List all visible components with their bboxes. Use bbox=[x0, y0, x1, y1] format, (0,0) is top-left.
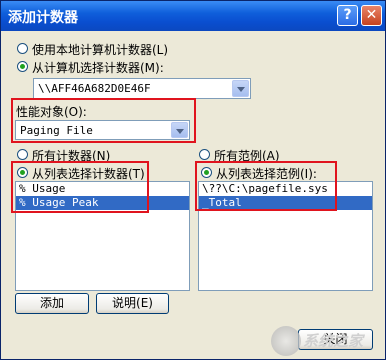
close-window-button[interactable]: ✕ bbox=[361, 5, 382, 26]
all-counters-radio[interactable] bbox=[17, 149, 28, 160]
computer-select[interactable]: \\AFF46A682D0E46F bbox=[33, 78, 251, 99]
chevron-down-icon[interactable] bbox=[232, 80, 249, 97]
all-instances-radio[interactable] bbox=[199, 149, 210, 160]
remote-counters-radio[interactable] bbox=[17, 61, 28, 72]
annotation-box bbox=[11, 161, 149, 213]
watermark-text: 系统之家 bbox=[303, 332, 364, 350]
title-bar: 添加计数器 ? ✕ bbox=[1, 1, 385, 31]
watermark-logo-icon bbox=[271, 326, 301, 356]
add-counters-dialog: 添加计数器 ? ✕ 使用本地计算机计数器(L) 从计算机选择计数器(M): \\… bbox=[0, 0, 386, 360]
remote-counters-label: 从计算机选择计数器(M): bbox=[32, 61, 164, 75]
computer-value: \\AFF46A682D0E46F bbox=[38, 82, 151, 95]
explain-button[interactable]: 说明(E) bbox=[96, 293, 169, 314]
local-counters-label: 使用本地计算机计数器(L) bbox=[32, 43, 169, 57]
local-counters-radio[interactable] bbox=[17, 43, 28, 54]
annotation-box bbox=[195, 161, 337, 211]
help-button[interactable]: ? bbox=[337, 5, 358, 26]
annotation-box bbox=[11, 98, 196, 143]
watermark: 系统之家 bbox=[271, 326, 381, 356]
window-title: 添加计数器 bbox=[8, 10, 78, 26]
add-button[interactable]: 添加 bbox=[15, 293, 89, 314]
